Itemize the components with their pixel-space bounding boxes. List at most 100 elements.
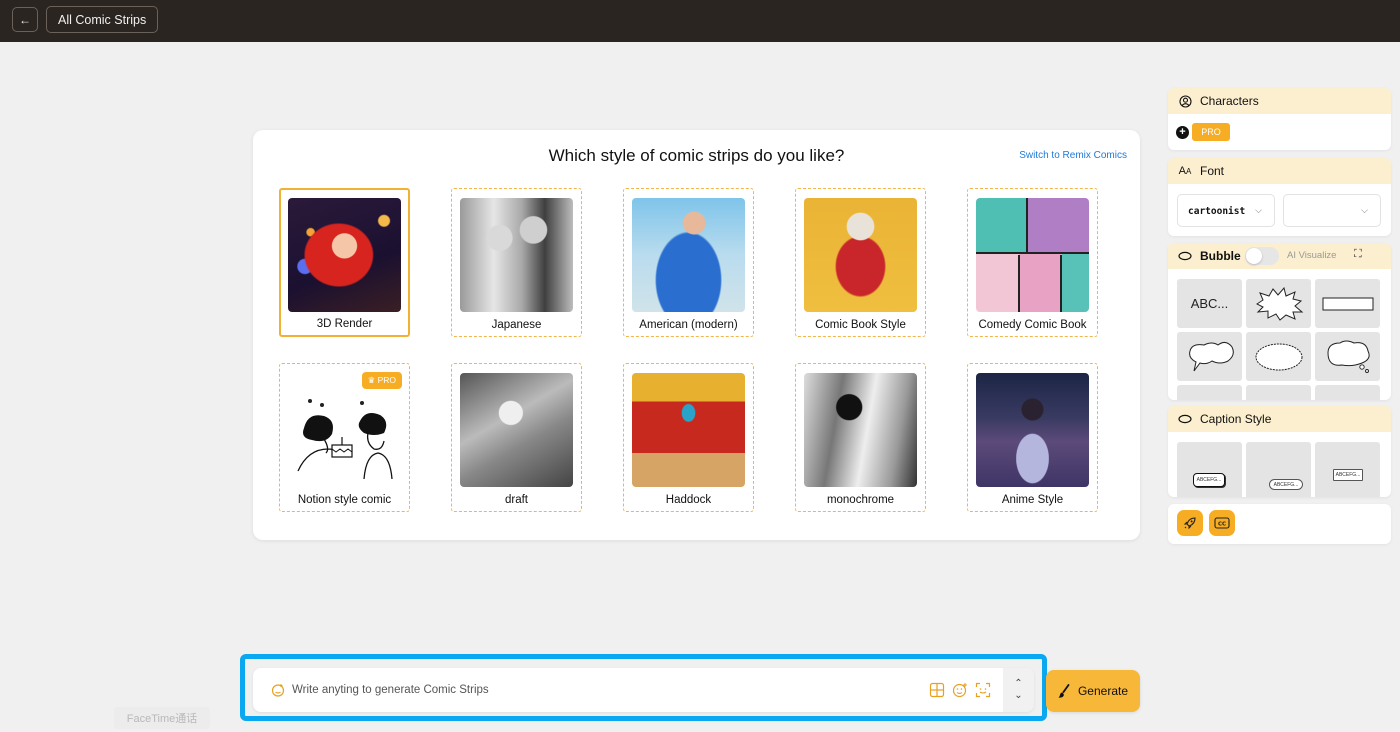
style-picker-card: Which style of comic strips do you like?… [253,130,1140,540]
caption-option[interactable]: ABCEFG... [1246,442,1311,497]
characters-header: Characters [1168,88,1391,114]
bubble-option-more[interactable] [1246,385,1311,400]
bubble-option-more[interactable] [1315,385,1380,400]
style-thumbnail [632,373,745,487]
svg-text:CC: CC [1218,522,1226,528]
caption-title: Caption Style [1200,412,1272,426]
bubble-option-more[interactable] [1177,385,1242,400]
bubble-option-thought-cloud[interactable] [1315,332,1380,381]
style-thumbnail [288,373,401,487]
style-tile-comedy-comic-book[interactable]: Comedy Comic Book [967,188,1098,337]
style-thumbnail [632,198,745,312]
bubble-option-speech-cloud[interactable] [1177,332,1242,381]
bubble-title: Bubble [1200,249,1241,263]
caption-sample: ABCEFG... [1333,469,1363,481]
prompt-input[interactable] [292,679,892,701]
explosion-bubble-icon [1255,286,1303,321]
style-label: monochrome [826,494,895,506]
arrow-left-icon: ← [19,12,31,27]
back-button[interactable]: ← [12,7,38,32]
switch-to-remix-link[interactable]: Switch to Remix Comics [1019,150,1127,161]
caption-icon [1178,412,1192,426]
all-comic-strips-button[interactable]: All Comic Strips [46,6,159,33]
layout-grid-icon[interactable] [929,682,945,698]
prompt-stepper[interactable]: ⌃ ⌄ [1003,668,1034,712]
style-thumbnail [976,373,1089,487]
chevron-down-icon[interactable]: ⌄ [1014,690,1022,702]
add-emoji-icon[interactable] [952,682,968,698]
style-tile-notion-style-comic[interactable]: ♛ PRO Notion style comic [279,363,410,512]
closed-caption-button[interactable]: CC [1209,510,1235,536]
style-label: Japanese [491,319,542,331]
characters-pro-badge[interactable]: PRO [1192,123,1230,141]
notion-illustration [297,399,393,480]
style-thumbnail [804,198,917,312]
smile-sparkle-icon [270,682,286,698]
generate-label: Generate [1077,684,1129,698]
caption-option[interactable]: ABCEFG... [1177,442,1242,497]
font-size-select[interactable]: ⌵ [1283,194,1381,227]
style-thumbnail [460,373,573,487]
style-thumbnail [288,198,401,312]
rocket-button[interactable] [1177,510,1203,536]
characters-panel: Characters + PRO [1168,88,1391,150]
style-thumbnail [460,198,573,312]
bubble-option-rectangle[interactable] [1315,279,1380,328]
chevron-up-icon[interactable]: ⌃ [1014,678,1022,690]
characters-title: Characters [1200,94,1259,108]
spiky-oval-bubble-icon [1255,343,1302,370]
font-title: Font [1200,164,1225,178]
add-character-button[interactable]: + [1176,126,1189,139]
caption-sample: ABCEFG... [1193,473,1225,487]
ai-visualize-toggle[interactable] [1245,247,1279,265]
expand-icon[interactable]: ⛶ [1354,248,1362,261]
bubble-option-text[interactable]: ABC... [1177,279,1242,328]
text-bubble-label: ABC... [1190,296,1229,311]
bubble-icon [1178,249,1192,263]
bubble-panel: Bubble AI Visualize ⛶ ABC... [1168,243,1391,400]
page-title: Which style of comic strips do you like? [548,146,845,165]
caption-sample: ABCEFG... [1269,479,1303,490]
ai-visualize-label: AI Visualize [1287,250,1337,261]
facetime-overlay[interactable]: FaceTime通话 [114,707,210,729]
rocket-icon [1183,517,1196,530]
caption-style-panel: Caption Style ABCEFG... ABCEFG... ABCEFG… [1168,406,1391,497]
generate-button[interactable]: Generate [1046,670,1140,712]
bubble-grid: ABC... [1177,279,1380,400]
bubble-option-explosion[interactable] [1246,279,1311,328]
style-grid: 3D Render Japanese American (modern) Com… [279,188,1098,512]
style-tile-draft[interactable]: draft [451,363,582,512]
style-tile-comic-book-style[interactable]: Comic Book Style [795,188,926,337]
caption-grid: ABCEFG... ABCEFG... ABCEFG... [1177,442,1380,497]
style-tile-monochrome[interactable]: monochrome [795,363,926,512]
face-scan-icon[interactable] [975,682,991,698]
user-circle-icon [1178,94,1192,108]
style-tile-japanese[interactable]: Japanese [451,188,582,337]
bubble-option-spiky-oval[interactable] [1246,332,1311,381]
style-label: Comedy Comic Book [978,319,1087,331]
style-tile-haddock[interactable]: Haddock [623,363,754,512]
caption-header: Caption Style [1168,406,1391,432]
style-label: Notion style comic [297,494,392,506]
thought-cloud-bubble-icon [1326,340,1370,373]
closed-caption-icon: CC [1214,517,1230,529]
style-thumbnail [804,373,917,487]
font-panel: AA Font cartoonist ⌵ ⌵ [1168,158,1391,236]
top-bar: ← All Comic Strips [0,0,1400,42]
style-tile-american-modern[interactable]: American (modern) [623,188,754,337]
style-label: Haddock [665,494,712,506]
style-label: American (modern) [639,319,738,331]
style-thumbnail [976,198,1089,312]
style-tile-anime-style[interactable]: Anime Style [967,363,1098,512]
tools-panel: CC [1168,504,1391,544]
composer-icons [929,682,991,698]
prompt-composer: ⌃ ⌄ [253,668,1034,712]
font-family-value: cartoonist [1188,206,1246,217]
bubble-header: Bubble AI Visualize ⛶ [1168,243,1391,269]
font-family-select[interactable]: cartoonist ⌵ [1177,194,1275,227]
style-tile-3d-render[interactable]: 3D Render [279,188,410,337]
rectangle-bubble-icon [1322,297,1373,310]
style-label: Comic Book Style [815,319,906,331]
chevron-down-icon: ⌵ [1255,205,1262,215]
caption-option[interactable]: ABCEFG... [1315,442,1380,497]
